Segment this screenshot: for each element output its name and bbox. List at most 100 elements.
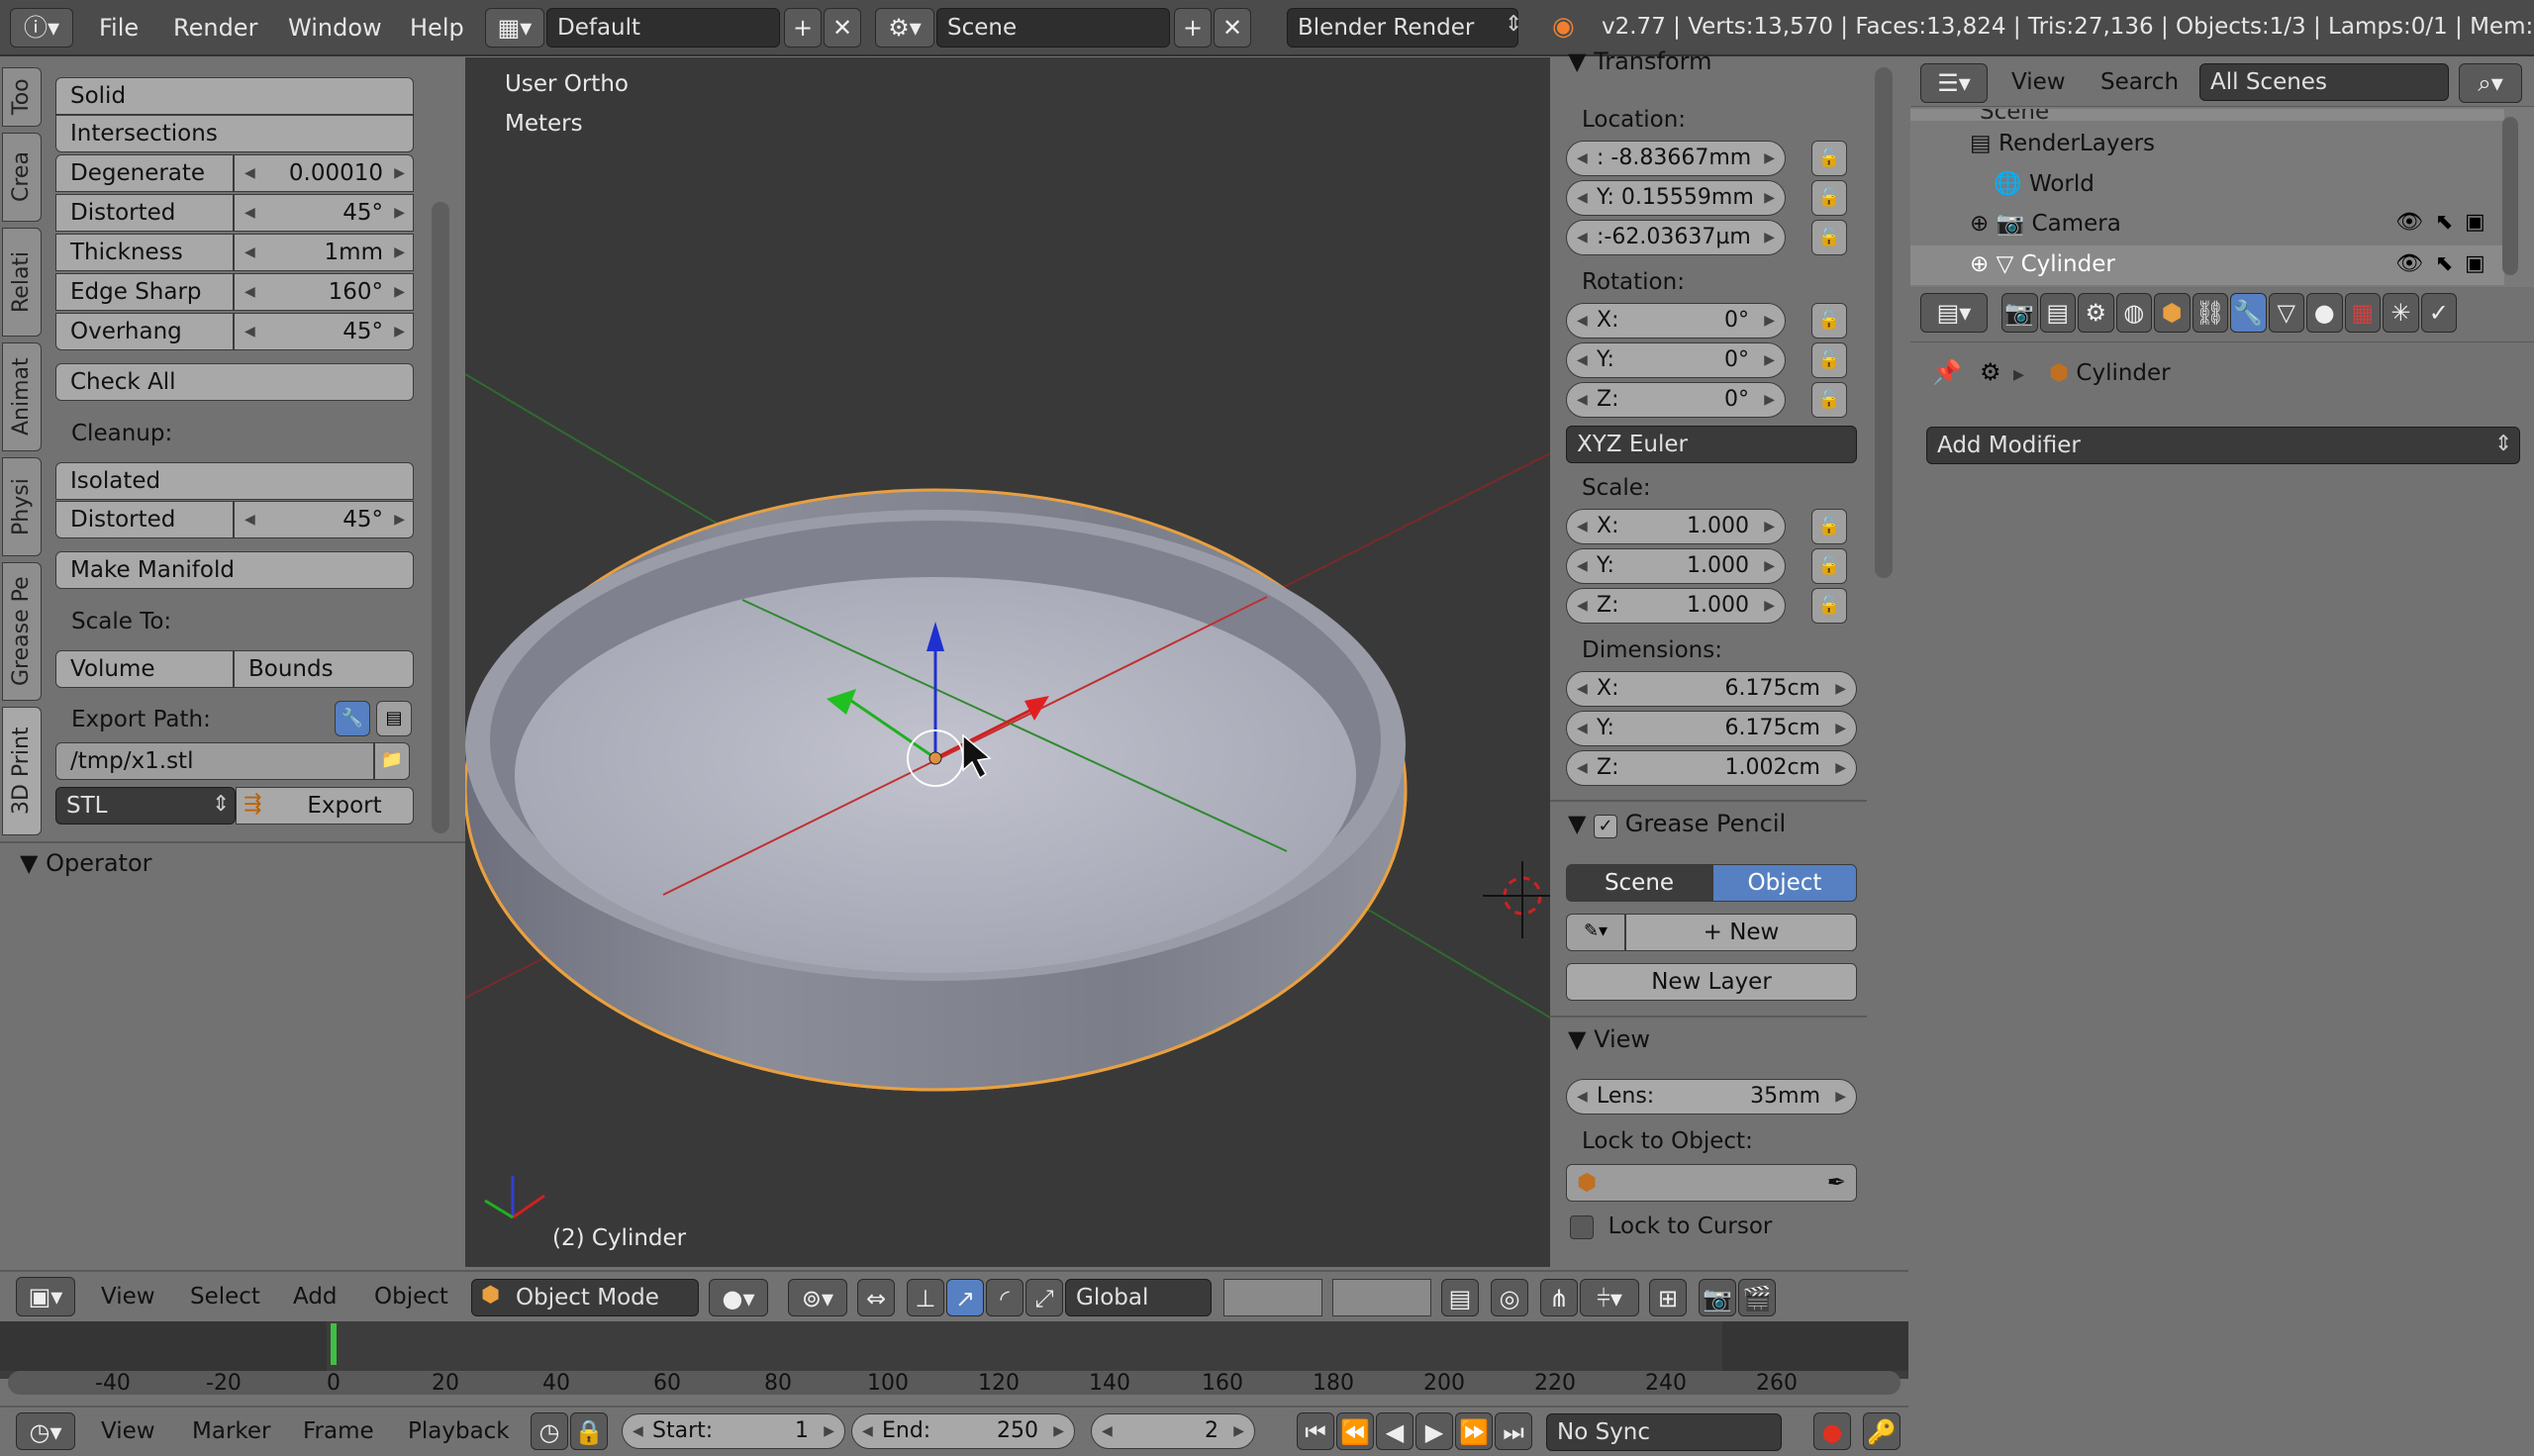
view-panel-title[interactable]: ▼ View [1568, 1025, 1650, 1053]
pivot-point-icon[interactable]: ⊚▾ [788, 1279, 847, 1316]
overhang-button[interactable]: Overhang [55, 313, 234, 350]
layers-block-2[interactable] [1332, 1279, 1431, 1316]
rotation-y-field[interactable]: ◀ Y: 0° ▶ [1566, 342, 1786, 378]
texture-tab-icon[interactable]: ▦ [2344, 293, 2381, 333]
lock-scale-y-icon[interactable]: 🔓 [1811, 548, 1847, 584]
outliner-filter-selector[interactable]: All Scenes [2199, 63, 2449, 101]
constraints-tab-icon[interactable]: ⛓ [2192, 293, 2228, 333]
lock-location-x-icon[interactable]: 🔓 [1811, 141, 1847, 176]
properties-editor-icon[interactable]: ▤▾ [1920, 293, 1988, 333]
preview-range-icon[interactable]: ◷ [531, 1412, 568, 1450]
bounds-button[interactable]: Bounds [234, 650, 414, 688]
start-frame-field[interactable]: ◀ Start: 1 ▶ [622, 1413, 845, 1449]
keying-set-icon[interactable]: 🔑 [1863, 1412, 1900, 1450]
manipulator-toggle-icon[interactable]: ⇔ [857, 1279, 895, 1316]
add-scene-icon[interactable]: + [1174, 8, 1212, 48]
intersections-button[interactable]: Intersections [55, 115, 414, 152]
info-editor-icon[interactable]: ⓘ▾ [10, 8, 73, 48]
material-tab-icon[interactable]: ● [2306, 293, 2343, 333]
gp-object-button[interactable]: Object [1712, 864, 1857, 902]
tab-create[interactable]: Crea [2, 133, 42, 222]
menu-file[interactable]: File [99, 14, 139, 42]
outliner-search-icon[interactable]: ⌕▾ [2459, 63, 2522, 103]
layers-block-1[interactable] [1223, 1279, 1322, 1316]
visibility-eye-icon[interactable]: 👁 [2395, 251, 2423, 276]
degenerate-field[interactable]: ◀ 0.00010 ▶ [234, 154, 414, 192]
lock-scale-z-icon[interactable]: 🔓 [1811, 588, 1847, 624]
rotate-icon[interactable]: ◜ [986, 1279, 1023, 1316]
grease-pencil-panel-title[interactable]: ▼ ✓ Grease Pencil [1568, 810, 1786, 838]
location-z-field[interactable]: ◀:-62.03637µm ▶ [1566, 220, 1786, 255]
tab-tools[interactable]: Too [2, 67, 42, 127]
export-button[interactable]: Export [236, 787, 414, 825]
lock-rotation-x-icon[interactable]: 🔓 [1811, 303, 1847, 339]
transform-manipulator-icon[interactable]: ⊥ [907, 1279, 944, 1316]
sync-selector[interactable]: No Sync [1546, 1413, 1782, 1451]
remove-scene-icon[interactable]: ✕ [1214, 8, 1251, 48]
jump-keyframe-back-icon[interactable]: ⏪ [1336, 1412, 1374, 1450]
outliner-item-cylinder[interactable]: ⊕ ▽ Cylinder [1970, 251, 2115, 277]
outliner-item-renderlayers[interactable]: ▤ RenderLayers [1970, 131, 2155, 156]
rotation-z-field[interactable]: ◀ Z: 0° ▶ [1566, 382, 1786, 418]
scale-y-field[interactable]: ◀ Y: 1.000 ▶ [1566, 548, 1786, 584]
render-camera-icon[interactable]: ▣ [2465, 251, 2485, 276]
play-icon[interactable]: ▶ [1415, 1412, 1453, 1450]
render-tab-icon[interactable]: 📷 [2001, 293, 2038, 333]
world-tab-icon[interactable]: ◍ [2115, 293, 2152, 333]
location-x-field[interactable]: ◀: -8.83667mm ▶ [1566, 141, 1786, 176]
visibility-eye-icon[interactable]: 👁 [2395, 210, 2423, 235]
snap-element-icon[interactable]: ⫩▾ [1580, 1279, 1639, 1316]
viewport-shading-icon[interactable]: ●▾ [709, 1279, 768, 1316]
menu-help[interactable]: Help [410, 14, 464, 42]
toolshelf-scrollbar[interactable] [432, 202, 449, 833]
layout-icon[interactable]: ▦▾ [485, 8, 544, 48]
eyedropper-icon[interactable]: ✒ [1827, 1165, 1846, 1201]
modifiers-tab-icon[interactable]: 🔧 [2230, 293, 2267, 333]
scene-selector[interactable]: Scene [936, 8, 1170, 48]
check-all-button[interactable]: Check All [55, 363, 414, 401]
distorted-field[interactable]: ◀ 45° ▶ [234, 194, 414, 232]
isolated-button[interactable]: Isolated [55, 462, 414, 500]
remove-layout-icon[interactable]: ✕ [824, 8, 861, 48]
render-engine-selector[interactable]: Blender Render [1287, 8, 1518, 48]
menu-window[interactable]: Window [288, 14, 382, 42]
orientation-selector[interactable]: Global [1065, 1279, 1212, 1316]
wrench-icon[interactable]: 🔧 [335, 701, 370, 736]
grease-pencil-checkbox[interactable]: ✓ [1594, 815, 1618, 838]
location-y-field[interactable]: ◀ Y: 0.15559mm ▶ [1566, 180, 1786, 216]
rotation-mode-selector[interactable]: XYZ Euler [1566, 426, 1857, 463]
layer-lock-icon[interactable]: ▤ [1441, 1279, 1479, 1316]
outliner-item-world[interactable]: 🌐 World [1994, 170, 2095, 197]
render-still-icon[interactable]: 📷 [1699, 1279, 1736, 1316]
properties-scrollbar[interactable] [1875, 67, 1893, 578]
timeline-menu-frame[interactable]: Frame [303, 1418, 374, 1444]
thickness-button[interactable]: Thickness [55, 234, 234, 271]
scene-icon[interactable]: ⚙▾ [875, 8, 934, 48]
distorted-button[interactable]: Distorted [55, 194, 234, 232]
lens-field[interactable]: ◀ Lens: 35mm ▶ [1566, 1079, 1857, 1115]
add-modifier-dropdown[interactable]: Add Modifier [1926, 427, 2520, 464]
jump-keyframe-forward-icon[interactable]: ⏩ [1455, 1412, 1493, 1450]
current-frame-field[interactable]: ◀ 2 ▶ [1091, 1413, 1255, 1449]
solid-button[interactable]: Solid [55, 77, 414, 115]
pencil-icon[interactable]: ✎▾ [1566, 914, 1625, 951]
layout-selector[interactable]: Default [546, 8, 780, 48]
edge-sharp-field[interactable]: ◀ 160° ▶ [234, 273, 414, 311]
add-layout-icon[interactable]: + [784, 8, 822, 48]
timeline-menu-marker[interactable]: Marker [192, 1418, 271, 1444]
transform-panel-title[interactable]: ▼ Transform [1568, 48, 1711, 75]
lock-to-cursor-row[interactable]: Lock to Cursor [1570, 1213, 1772, 1239]
render-anim-icon[interactable]: 🎬 [1738, 1279, 1776, 1316]
snap-target-icon[interactable]: ⊞ [1649, 1279, 1687, 1316]
end-frame-field[interactable]: ◀ End: 250 ▶ [851, 1413, 1075, 1449]
make-manifold-button[interactable]: Make Manifold [55, 551, 414, 589]
render-layers-tab-icon[interactable]: ▤ [2039, 293, 2076, 333]
scale-icon[interactable]: ⤢ [1025, 1279, 1063, 1316]
data-tab-icon[interactable]: ▽ [2268, 293, 2304, 333]
snap-magnet-icon[interactable]: ⋔ [1540, 1279, 1578, 1316]
timeline-menu-playback[interactable]: Playback [408, 1418, 510, 1444]
timeline-menu-view[interactable]: View [101, 1418, 155, 1444]
lock-range-icon[interactable]: 🔒 [570, 1412, 608, 1450]
play-reverse-icon[interactable]: ◀ [1376, 1412, 1413, 1450]
overhang-field[interactable]: ◀ 45° ▶ [234, 313, 414, 350]
